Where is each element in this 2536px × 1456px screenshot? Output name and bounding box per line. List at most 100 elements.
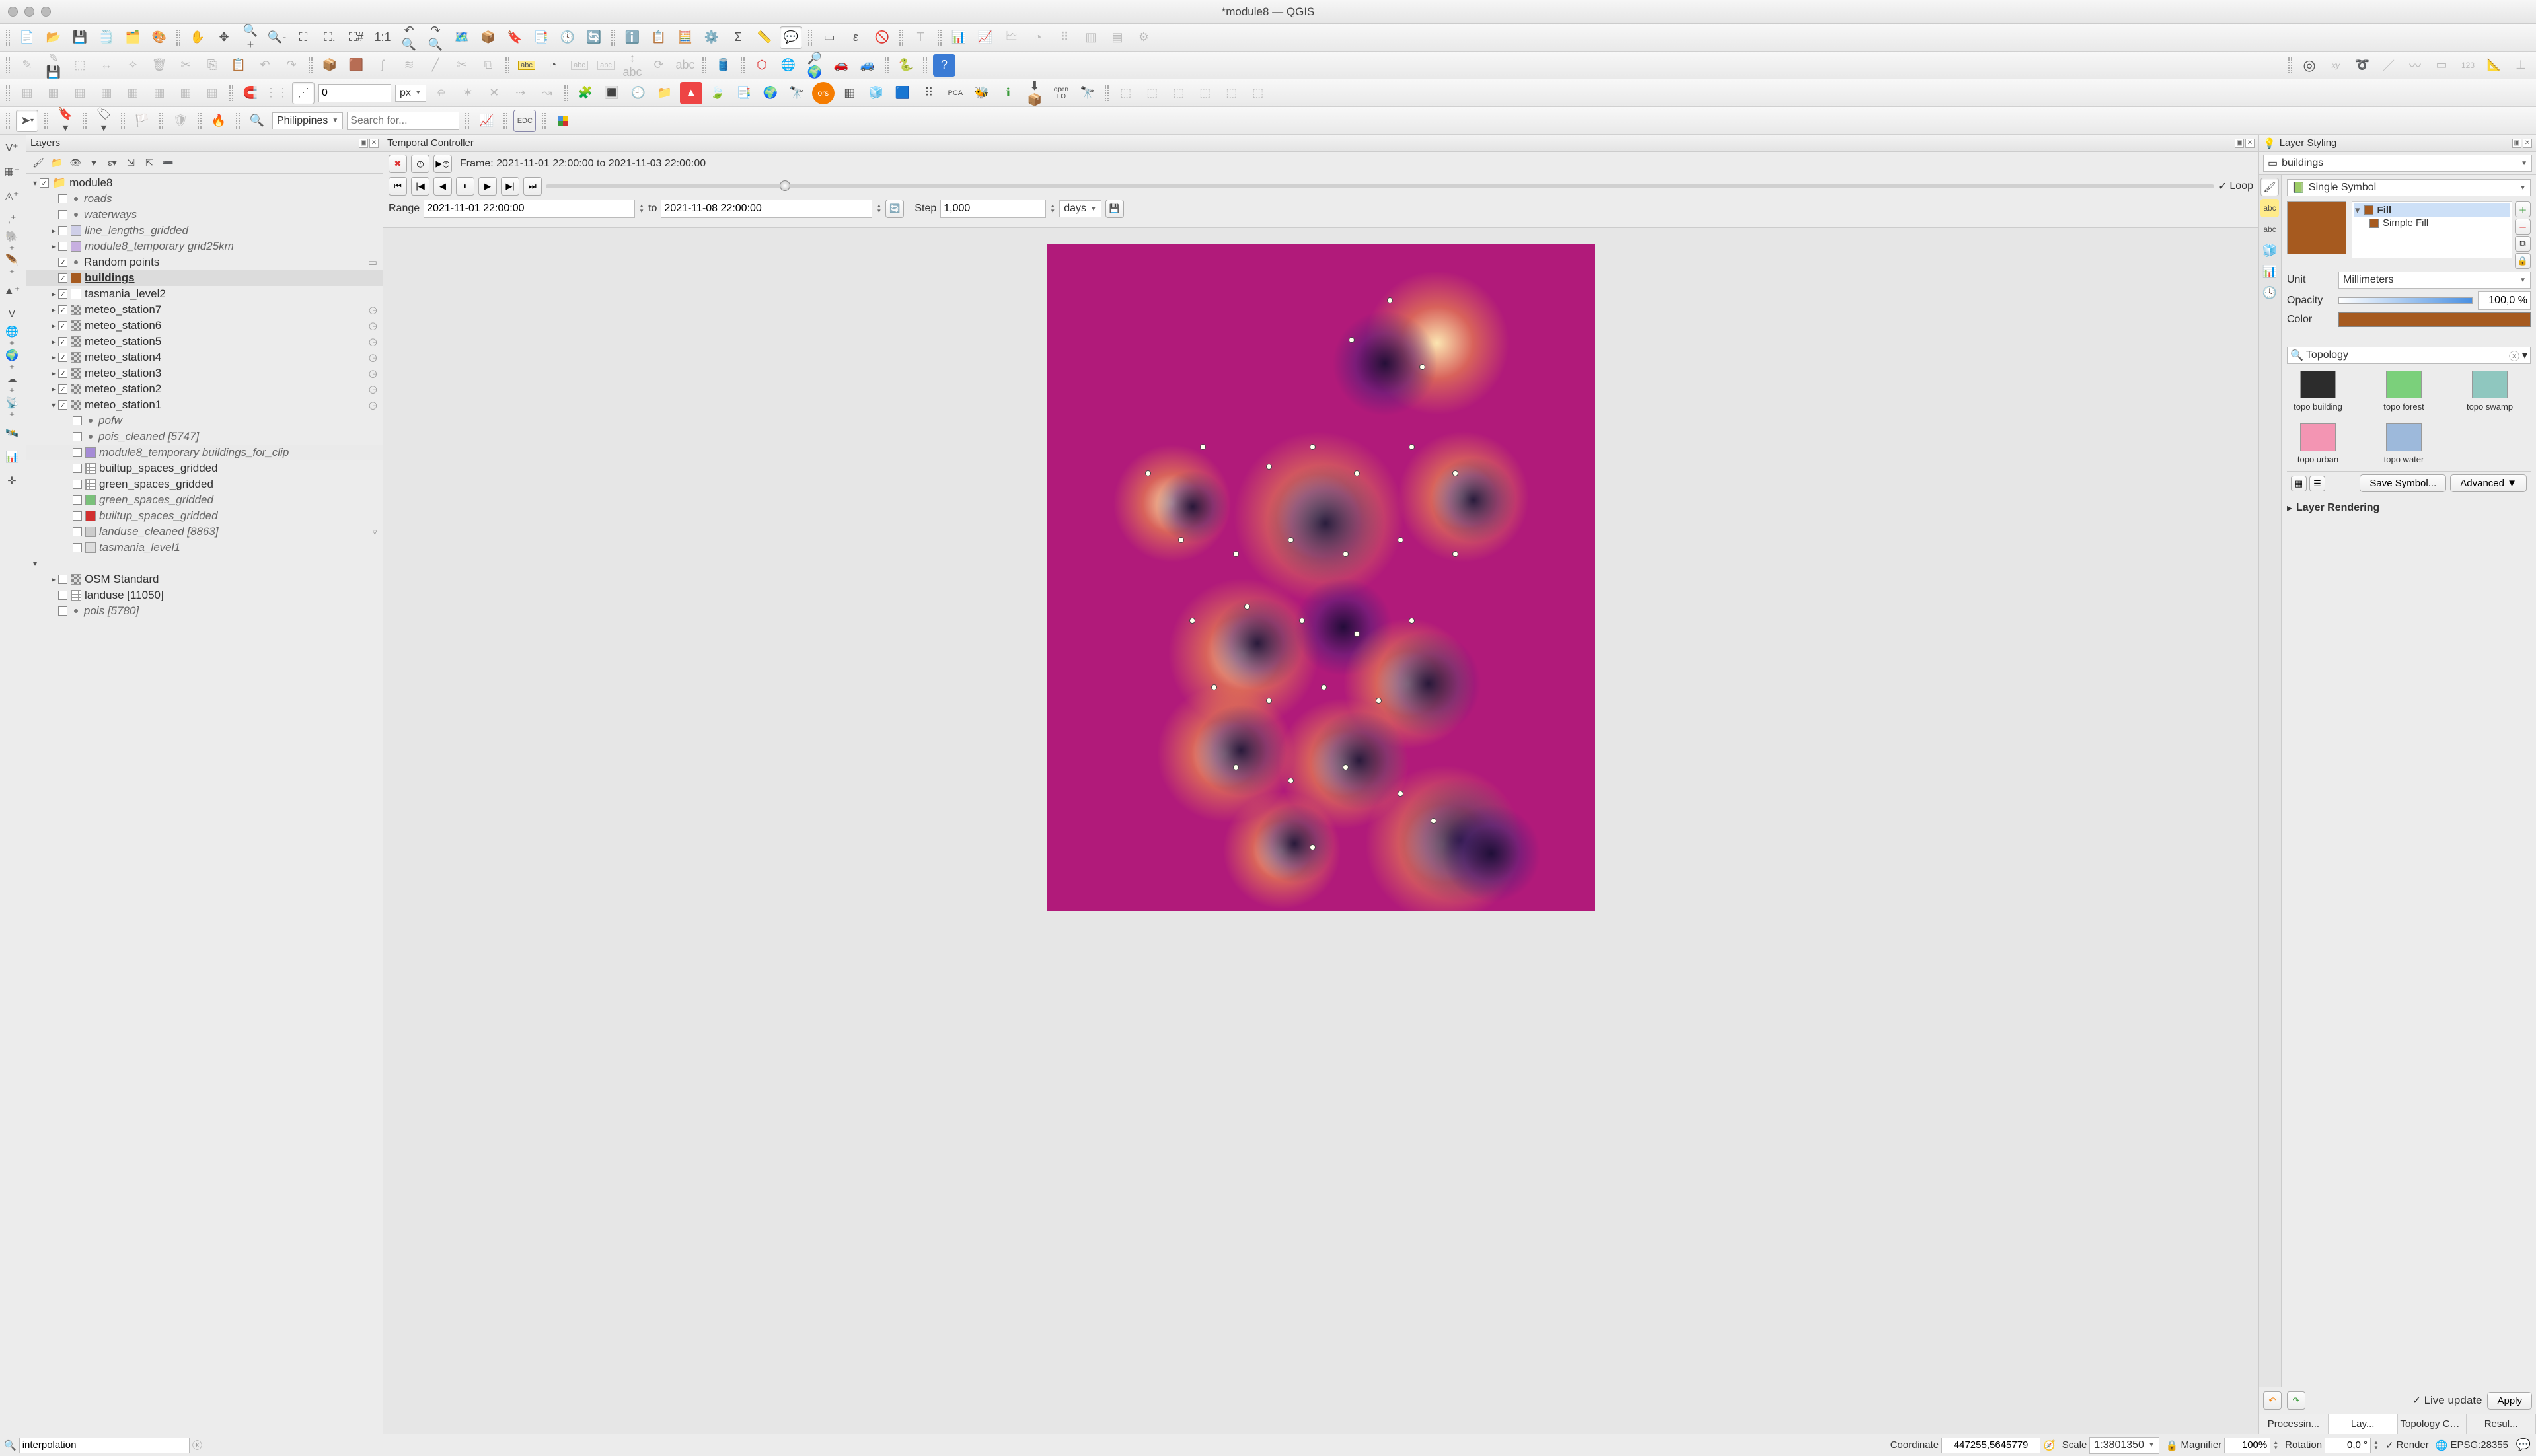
move-feature-icon[interactable]: ↔︎ xyxy=(95,54,118,77)
mesh-b-icon[interactable]: ▦ xyxy=(42,82,65,104)
temporal-off-icon[interactable]: ✖ xyxy=(389,155,407,173)
layer-visibility-checkbox[interactable]: ✓ xyxy=(58,353,67,362)
duplicate-symbol-layer-icon[interactable]: ⧉ xyxy=(2515,236,2531,252)
add-group-icon[interactable]: 📁 xyxy=(49,155,65,170)
plugin-info-icon[interactable]: ℹ xyxy=(997,82,1020,104)
layer-rendering-branch[interactable]: ▸ Layer Rendering xyxy=(2287,501,2531,515)
metasearch-icon[interactable]: 🔎🌍 xyxy=(803,54,826,77)
show-bookmarks-icon[interactable]: 📑 xyxy=(530,26,552,49)
region-select[interactable]: Philippines ▼ xyxy=(272,112,343,129)
grey-f-icon[interactable]: ⬚ xyxy=(1247,82,1269,104)
grey-a-icon[interactable]: ⬚ xyxy=(1115,82,1137,104)
node-tool-icon[interactable]: ✧ xyxy=(122,54,144,77)
layer-visibility-checkbox[interactable] xyxy=(58,210,67,219)
undo-style-icon[interactable]: ↶ xyxy=(2263,1391,2282,1410)
opacity-slider[interactable] xyxy=(2338,297,2473,304)
layer-row[interactable]: ▸OSM Standard xyxy=(26,571,383,587)
redo-icon[interactable]: ↷ xyxy=(280,54,303,77)
layer-visibility-checkbox[interactable]: ✓ xyxy=(58,258,67,267)
add-mssql-icon[interactable]: ▲⁺ xyxy=(1,280,22,301)
render-checkbox[interactable]: ✓Render xyxy=(2385,1439,2429,1451)
georef-icon[interactable]: 🌐 xyxy=(777,54,800,77)
map-canvas[interactable] xyxy=(383,228,2258,1434)
cad-xy-icon[interactable]: xy xyxy=(2325,54,2347,77)
layer-visibility-checkbox[interactable]: ✓ xyxy=(58,321,67,330)
misc-2-icon[interactable]: 📊 xyxy=(1,447,22,468)
snapping-config-icon[interactable]: ⋮⋮ xyxy=(266,82,288,104)
add-wcs-icon[interactable]: ☁⁺ xyxy=(1,375,22,396)
layer-visibility-checkbox[interactable] xyxy=(58,606,67,616)
plugin-grid2-icon[interactable]: ▦ xyxy=(839,82,861,104)
layer-visibility-checkbox[interactable]: ✓ xyxy=(58,384,67,394)
layers-tree[interactable]: ▾✓📁module8roadswaterways▸line_lengths_gr… xyxy=(26,174,383,1434)
plugin-warn-icon[interactable]: ▲ xyxy=(680,82,702,104)
layer-visibility-checkbox[interactable] xyxy=(58,575,67,584)
snapping-vertex-icon[interactable]: ⋰ xyxy=(292,82,315,104)
crosshair-icon[interactable]: ✛ xyxy=(1,470,22,491)
add-wms-icon[interactable]: 🌐⁺ xyxy=(1,328,22,349)
misc-1-icon[interactable]: 🛰️ xyxy=(1,423,22,444)
plugin-ors-orange-icon[interactable]: ors xyxy=(812,82,835,104)
python-console-icon[interactable]: 🐍 xyxy=(895,54,917,77)
layer-row[interactable]: builtup_spaces_gridded xyxy=(26,508,383,524)
layer-row[interactable]: green_spaces_gridded xyxy=(26,492,383,508)
layer-row[interactable]: pofw xyxy=(26,413,383,429)
cad-arc-icon[interactable]: ➰ xyxy=(2351,54,2373,77)
plugin-grid-icon[interactable]: 🔳 xyxy=(601,82,623,104)
snap-tolerance-input[interactable] xyxy=(318,84,391,102)
zoom-last-icon[interactable]: ↶🔍 xyxy=(398,26,420,49)
plugin-openeo-icon[interactable]: openEO xyxy=(1050,82,1072,104)
plugin-car-icon[interactable]: 🚙 xyxy=(856,54,879,77)
plugin-dots-icon[interactable]: ⠿ xyxy=(918,82,940,104)
new-map-view-icon[interactable]: 🗺️ xyxy=(451,26,473,49)
diagram-tab-icon[interactable]: 📊 xyxy=(2260,262,2279,281)
show-layout-manager-icon[interactable]: 🗂️ xyxy=(122,26,144,49)
messages-icon[interactable]: 💬 xyxy=(2515,1437,2532,1454)
layer-visibility-checkbox[interactable] xyxy=(73,511,82,521)
symbol-swatch-item[interactable]: topo urban xyxy=(2288,423,2348,464)
view-icons-icon[interactable]: ▦ xyxy=(2291,476,2307,491)
cad-angle-icon[interactable]: 📐 xyxy=(2483,54,2506,77)
layer-row[interactable]: ▾✓meteo_station1◷ xyxy=(26,397,383,413)
new-bookmark-icon[interactable]: 🔖 xyxy=(503,26,526,49)
field-calc-icon[interactable]: 🧮 xyxy=(674,26,696,49)
filter-c-icon[interactable]: 🏳️ xyxy=(131,110,153,132)
mesh-g-icon[interactable]: ▦ xyxy=(174,82,197,104)
layer-row[interactable]: builtup_spaces_gridded xyxy=(26,460,383,476)
zoom-next-icon[interactable]: ↷🔍 xyxy=(424,26,447,49)
next-frame-icon[interactable]: ▶| xyxy=(501,177,519,196)
layer-visibility-checkbox[interactable] xyxy=(58,226,67,235)
manage-visibility-icon[interactable]: 👁 xyxy=(67,155,83,170)
locator-input[interactable] xyxy=(19,1438,190,1453)
plugin-square-icon[interactable]: 🟦 xyxy=(891,82,914,104)
cad-num-icon[interactable]: 123 xyxy=(2457,54,2479,77)
opacity-input[interactable] xyxy=(2478,291,2531,310)
plugin-globe-icon[interactable]: 🌍 xyxy=(759,82,782,104)
layer-row[interactable]: landuse [11050] xyxy=(26,587,383,603)
save-animation-icon[interactable]: 💾 xyxy=(1105,200,1124,218)
locator[interactable]: 🔍ⓧ xyxy=(4,1438,202,1453)
cad-rect-icon[interactable]: ▭ xyxy=(2430,54,2453,77)
toolbox-icon[interactable]: ⚙️ xyxy=(700,26,723,49)
plugin-pca-icon[interactable]: PCA xyxy=(944,82,967,104)
grey-c-icon[interactable]: ⬚ xyxy=(1168,82,1190,104)
copy-icon[interactable]: ⎘ xyxy=(201,54,223,77)
remove-symbol-layer-icon[interactable]: － xyxy=(2515,219,2531,235)
rotate-label-icon[interactable]: ⟳ xyxy=(648,54,670,77)
new-3d-view-icon[interactable]: 📦 xyxy=(477,26,500,49)
panel-close-icon[interactable]: ✕ xyxy=(2245,139,2255,148)
layer-row[interactable]: ▸✓meteo_station5◷ xyxy=(26,334,383,349)
fill-tree[interactable]: ▾Fill Simple Fill xyxy=(2352,201,2512,258)
save-edits-icon[interactable]: ✎💾 xyxy=(42,54,65,77)
mesh-d-icon[interactable]: ▦ xyxy=(95,82,118,104)
change-label-icon[interactable]: abc xyxy=(674,54,696,77)
undo-icon[interactable]: ↶ xyxy=(254,54,276,77)
move-label-icon[interactable]: ↕ abc xyxy=(621,54,644,77)
layer-row[interactable]: tasmania_level1 xyxy=(26,540,383,556)
layer-visibility-checkbox[interactable] xyxy=(73,527,82,536)
remove-layer-icon[interactable]: ➖ xyxy=(160,155,176,170)
filter-legend-icon[interactable]: ▼ xyxy=(86,155,102,170)
panel-tab[interactable]: Topology Che... xyxy=(2398,1414,2467,1434)
symbol-search-box[interactable]: 🔍 Topologyⓧ▾ xyxy=(2287,347,2531,364)
layer-visibility-checkbox[interactable]: ✓ xyxy=(58,305,67,314)
